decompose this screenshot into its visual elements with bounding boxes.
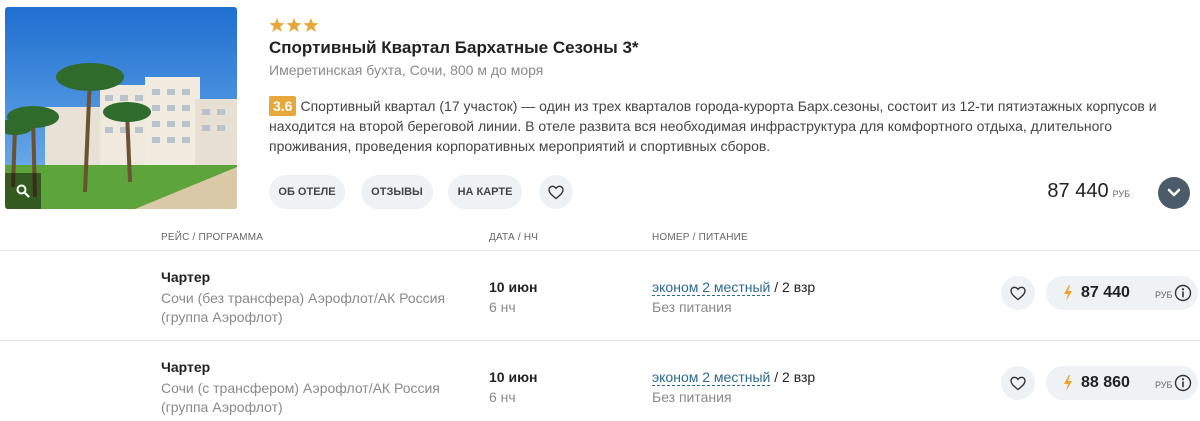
offer-row: Чартер Сочи (без трансфера) Аэрофлот/АК … (0, 251, 1200, 341)
offer-favorite-button[interactable] (1001, 276, 1035, 310)
room-info: эконом 2 местный / 2 взр (652, 369, 816, 386)
hotel-price: 87 440 РУБ (1047, 180, 1130, 203)
room-type-link[interactable]: эконом 2 местный (652, 369, 771, 386)
nights-count: 6 нч (489, 299, 516, 315)
offer-price-amount: 87 440 (1081, 284, 1130, 301)
search-icon (16, 184, 30, 198)
hotel-stars (269, 17, 319, 33)
photo-zoom-button[interactable] (5, 173, 41, 209)
nights-count: 6 нч (489, 389, 516, 405)
heart-icon (548, 185, 564, 199)
guests-count: / 2 взр (770, 279, 816, 295)
hotel-title[interactable]: Спортивный Квартал Бархатные Сезоны 3* (269, 38, 639, 58)
expand-offers-button[interactable] (1158, 177, 1190, 209)
departure-date: 10 июн (489, 279, 538, 295)
meal-plan: Без питания (652, 389, 732, 405)
offer-favorite-button[interactable] (1001, 366, 1035, 400)
heart-icon (1010, 376, 1026, 390)
offer-price-button[interactable]: 88 860 РУБ (1046, 366, 1198, 400)
meal-plan: Без питания (652, 299, 732, 315)
offer-row: Чартер Сочи (с трансфером) Аэрофлот/АК Р… (0, 341, 1200, 421)
star-icon (286, 18, 302, 32)
room-info: эконом 2 местный / 2 взр (652, 279, 816, 296)
star-icon (303, 18, 319, 32)
on-map-button[interactable]: НА КАРТЕ (448, 175, 522, 209)
hotel-description: 3.6 Спортивный квартал (17 участок) — оди… (269, 96, 1189, 156)
hotel-photo[interactable] (5, 7, 237, 209)
favorite-button[interactable] (539, 175, 573, 209)
lightning-icon (1064, 375, 1072, 391)
offer-price-amount: 88 860 (1081, 374, 1130, 391)
info-icon[interactable] (1174, 284, 1192, 302)
reviews-button[interactable]: ОТЗЫВЫ (361, 175, 433, 209)
star-icon (269, 18, 285, 32)
chevron-down-icon (1167, 188, 1181, 197)
room-type-link[interactable]: эконом 2 местный (652, 279, 771, 296)
hotel-price-amount: 87 440 (1047, 180, 1109, 202)
offer-price-currency: РУБ (1155, 290, 1173, 300)
column-header-date: ДАТА / НЧ (489, 232, 539, 243)
heart-icon (1010, 286, 1026, 300)
departure-date: 10 июн (489, 369, 538, 385)
offer-price-button[interactable]: 87 440 РУБ (1046, 276, 1198, 310)
hotel-price-currency: РУБ (1112, 189, 1130, 199)
guests-count: / 2 взр (770, 369, 816, 385)
rating-badge: 3.6 (269, 96, 297, 116)
lightning-icon (1064, 285, 1072, 301)
flight-route: Сочи (без трансфера) Аэрофлот/АК Россия … (161, 290, 446, 325)
offer-price-currency: РУБ (1155, 380, 1173, 390)
description-text: Спортивный квартал (17 участок) — один и… (269, 98, 1157, 154)
column-header-route: РЕЙС / ПРОГРАММА (161, 232, 264, 243)
info-icon[interactable] (1174, 374, 1192, 392)
flight-type: Чартер (161, 269, 211, 285)
hotel-location: Имеретинская бухта, Сочи, 800 м до моря (269, 62, 544, 78)
flight-route: Сочи (с трансфером) Аэрофлот/АК Россия (… (161, 380, 440, 415)
about-hotel-button[interactable]: ОБ ОТЕЛЕ (269, 175, 345, 209)
flight-type: Чартер (161, 359, 211, 375)
column-header-room: НОМЕР / ПИТАНИЕ (652, 232, 748, 243)
